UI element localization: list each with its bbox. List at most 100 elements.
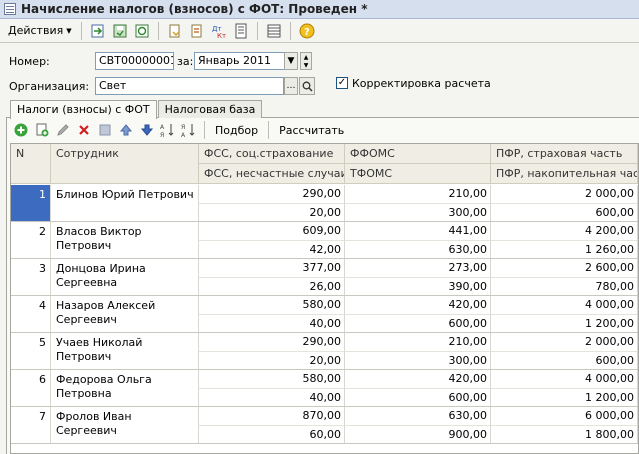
- cell-employee[interactable]: Назаров Алексей Сергеевич: [51, 296, 199, 332]
- cell-n[interactable]: 1: [11, 185, 51, 221]
- header-fss-ns[interactable]: ФСС, несчастные случаи: [199, 164, 345, 184]
- structure-button[interactable]: [188, 22, 206, 40]
- cell-pfr-accumulative[interactable]: 1 200,00: [491, 314, 638, 332]
- table-row[interactable]: 6 Федорова Ольга Петровна 580,00 40,00 420,0…: [11, 370, 638, 407]
- correction-checkbox[interactable]: ✓: [336, 77, 348, 89]
- end-edit-button[interactable]: [96, 121, 113, 139]
- cell-n[interactable]: 3: [11, 259, 51, 295]
- cell-fss-ns[interactable]: 42,00: [199, 240, 345, 258]
- cell-pfr-insurance[interactable]: 4 000,00: [491, 296, 638, 314]
- header-employee[interactable]: Сотрудник: [51, 144, 199, 184]
- cell-pfr-accumulative[interactable]: 780,00: [491, 277, 638, 295]
- cell-fss[interactable]: 290,00: [199, 185, 345, 203]
- help-button[interactable]: ?: [298, 22, 316, 40]
- move-down-button[interactable]: [138, 121, 155, 139]
- sort-ascending-button[interactable]: АЯ: [159, 121, 176, 139]
- cell-fss[interactable]: 290,00: [199, 333, 345, 351]
- create-based-on-button[interactable]: [166, 22, 184, 40]
- cell-fss[interactable]: 377,00: [199, 259, 345, 277]
- save-button[interactable]: [111, 22, 129, 40]
- table-row[interactable]: 2 Власов Виктор Петрович 609,00 42,00 441,00…: [11, 222, 638, 259]
- cell-ffoms[interactable]: 441,00: [345, 222, 491, 240]
- organization-field[interactable]: Свет: [95, 77, 284, 95]
- cell-fss[interactable]: 870,00: [199, 407, 345, 425]
- add-row-button[interactable]: [12, 121, 29, 139]
- journal-button[interactable]: [265, 22, 283, 40]
- table-row[interactable]: 1 Блинов Юрий Петрович 290,00 20,00 210,00 30…: [11, 185, 638, 222]
- cell-n[interactable]: 6: [11, 370, 51, 406]
- cell-n[interactable]: 5: [11, 333, 51, 369]
- dt-kt-button[interactable]: Дт Кт: [210, 22, 228, 40]
- delete-row-button[interactable]: [75, 121, 92, 139]
- cell-fss-ns[interactable]: 40,00: [199, 314, 345, 332]
- cell-fss-ns[interactable]: 26,00: [199, 277, 345, 295]
- period-field[interactable]: Январь 2011: [194, 52, 285, 70]
- cell-pfr-accumulative[interactable]: 1 200,00: [491, 388, 638, 406]
- post-button[interactable]: [133, 22, 151, 40]
- actions-menu-button[interactable]: Действия ▼: [4, 22, 76, 39]
- print-form-button[interactable]: [232, 22, 250, 40]
- cell-fss-ns[interactable]: 20,00: [199, 203, 345, 221]
- number-field[interactable]: СВТ00000001: [95, 52, 174, 70]
- header-ffoms[interactable]: ФФОМС: [345, 144, 491, 164]
- cell-ffoms[interactable]: 630,00: [345, 407, 491, 425]
- table-row[interactable]: 4 Назаров Алексей Сергеевич 580,00 40,00 420…: [11, 296, 638, 333]
- move-up-button[interactable]: [117, 121, 134, 139]
- header-pfr-insurance[interactable]: ПФР, страховая часть: [491, 144, 638, 164]
- cell-pfr-insurance[interactable]: 4 000,00: [491, 370, 638, 388]
- table-row[interactable]: 7 Фролов Иван Сергеевич 870,00 60,00 630,00 9…: [11, 407, 638, 444]
- tab-tax-base[interactable]: Налоговая база: [157, 100, 263, 118]
- cell-tfoms[interactable]: 600,00: [345, 314, 491, 332]
- cell-pfr-insurance[interactable]: 2 000,00: [491, 185, 638, 203]
- header-tfoms[interactable]: ТФОМС: [345, 164, 491, 184]
- cell-pfr-accumulative[interactable]: 1 800,00: [491, 425, 638, 443]
- cell-n[interactable]: 4: [11, 296, 51, 332]
- cell-fss-ns[interactable]: 20,00: [199, 351, 345, 369]
- sort-descending-button[interactable]: ЯА: [180, 121, 197, 139]
- period-dropdown-button[interactable]: ▼: [284, 52, 298, 70]
- cell-tfoms[interactable]: 600,00: [345, 388, 491, 406]
- organization-open-button[interactable]: [299, 77, 315, 95]
- edit-row-button[interactable]: [54, 121, 71, 139]
- table-row[interactable]: 5 Учаев Николай Петрович 290,00 20,00 210,00…: [11, 333, 638, 370]
- tab-taxes[interactable]: Налоги (взносы) с ФОТ: [10, 100, 157, 119]
- cell-fss[interactable]: 580,00: [199, 296, 345, 314]
- cell-tfoms[interactable]: 300,00: [345, 203, 491, 221]
- cell-ffoms[interactable]: 420,00: [345, 370, 491, 388]
- cell-tfoms[interactable]: 630,00: [345, 240, 491, 258]
- cell-n[interactable]: 2: [11, 222, 51, 258]
- cell-employee[interactable]: Учаев Николай Петрович: [51, 333, 199, 369]
- cell-tfoms[interactable]: 900,00: [345, 425, 491, 443]
- cell-fss[interactable]: 609,00: [199, 222, 345, 240]
- cell-tfoms[interactable]: 300,00: [345, 351, 491, 369]
- cell-ffoms[interactable]: 420,00: [345, 296, 491, 314]
- period-spin-button[interactable]: ▲ ▼: [300, 52, 312, 70]
- cell-tfoms[interactable]: 390,00: [345, 277, 491, 295]
- cell-employee[interactable]: Фролов Иван Сергеевич: [51, 407, 199, 443]
- cell-ffoms[interactable]: 273,00: [345, 259, 491, 277]
- header-fss[interactable]: ФСС, соц.страхование: [199, 144, 345, 164]
- cell-pfr-insurance[interactable]: 2 600,00: [491, 259, 638, 277]
- cell-pfr-insurance[interactable]: 2 000,00: [491, 333, 638, 351]
- calculate-button[interactable]: Рассчитать: [274, 124, 349, 137]
- cell-pfr-insurance[interactable]: 6 000,00: [491, 407, 638, 425]
- post-and-close-button[interactable]: [89, 22, 107, 40]
- cell-fss[interactable]: 580,00: [199, 370, 345, 388]
- cell-fss-ns[interactable]: 60,00: [199, 425, 345, 443]
- cell-employee[interactable]: Донцова Ирина Сергеевна: [51, 259, 199, 295]
- header-n[interactable]: N: [11, 144, 51, 184]
- cell-employee[interactable]: Блинов Юрий Петрович: [51, 185, 199, 221]
- organization-select-button[interactable]: …: [284, 77, 298, 95]
- cell-n[interactable]: 7: [11, 407, 51, 443]
- cell-employee[interactable]: Федорова Ольга Петровна: [51, 370, 199, 406]
- pick-button[interactable]: Подбор: [210, 124, 263, 137]
- header-pfr-accumulative[interactable]: ПФР, накопительная час...: [491, 164, 638, 184]
- cell-pfr-accumulative[interactable]: 1 260,00: [491, 240, 638, 258]
- cell-pfr-accumulative[interactable]: 600,00: [491, 351, 638, 369]
- table-row[interactable]: 3 Донцова Ирина Сергеевна 377,00 26,00 273,0…: [11, 259, 638, 296]
- copy-row-button[interactable]: [33, 121, 50, 139]
- cell-fss-ns[interactable]: 40,00: [199, 388, 345, 406]
- cell-pfr-accumulative[interactable]: 600,00: [491, 203, 638, 221]
- cell-ffoms[interactable]: 210,00: [345, 185, 491, 203]
- cell-employee[interactable]: Власов Виктор Петрович: [51, 222, 199, 258]
